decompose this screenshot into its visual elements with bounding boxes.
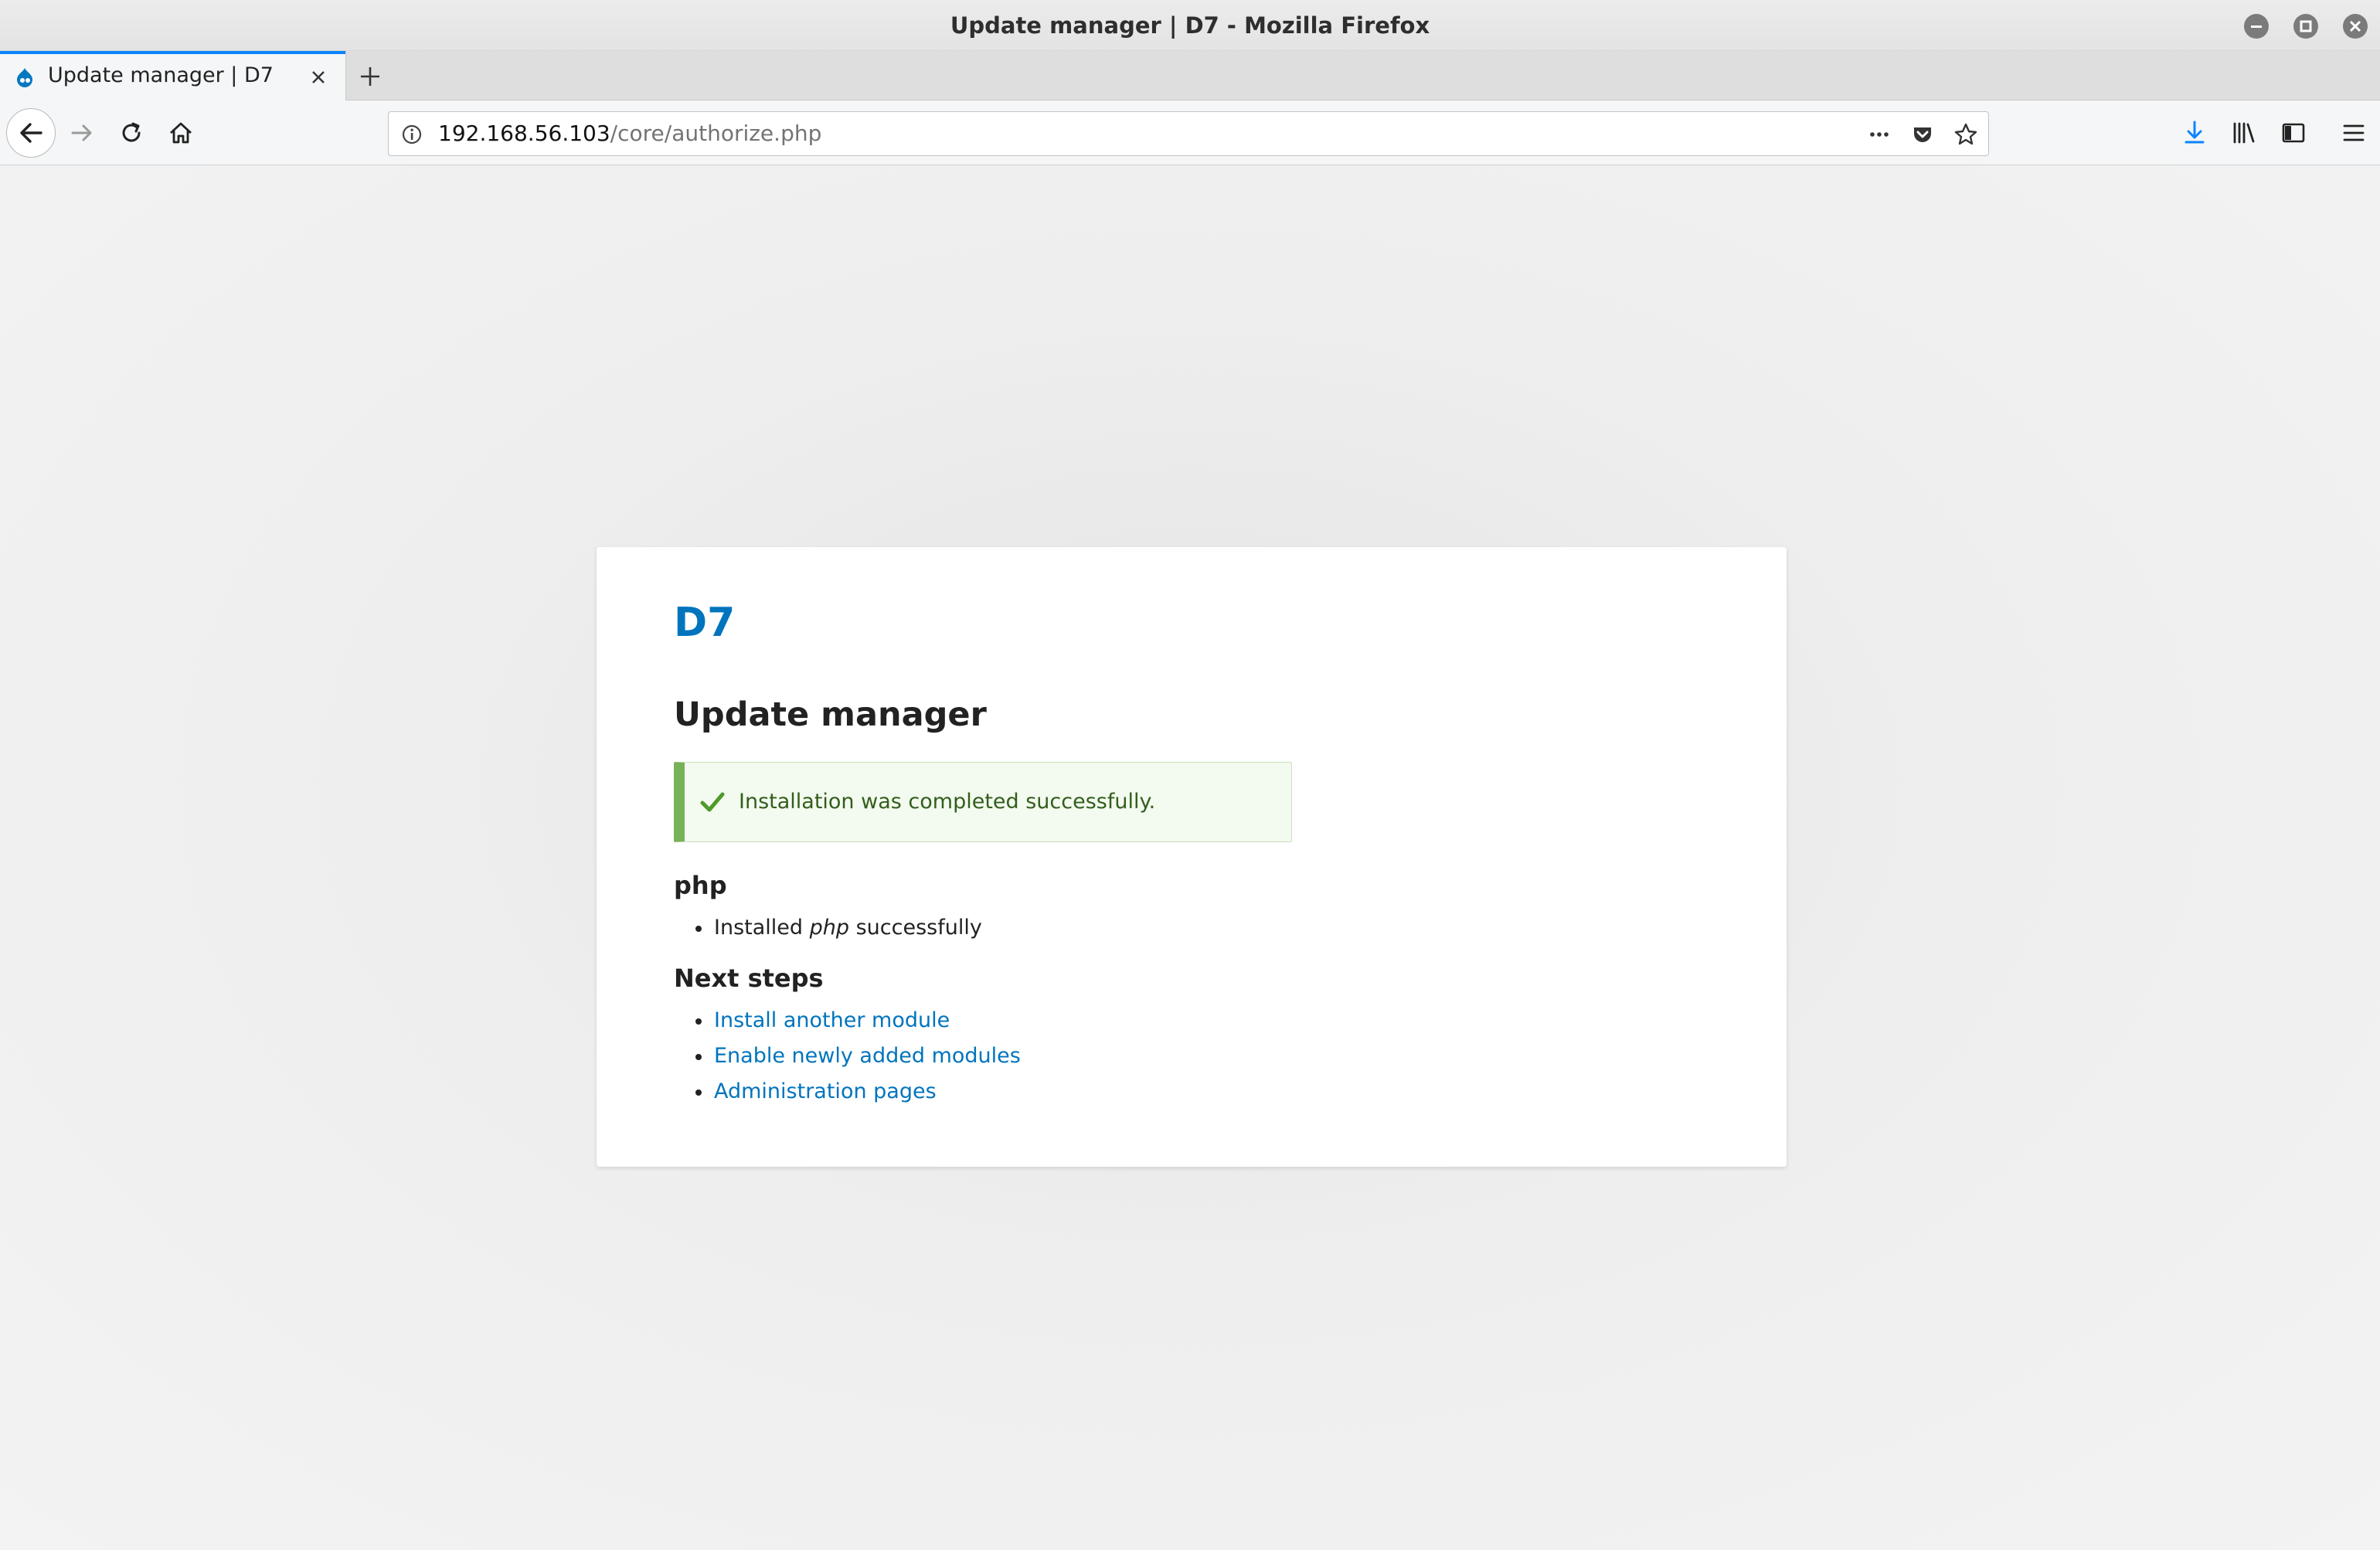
site-name-link[interactable]: D7 <box>674 603 735 643</box>
page-actions-icon[interactable] <box>1866 121 1892 148</box>
bookmark-star-icon[interactable] <box>1953 121 1979 148</box>
new-tab-icon[interactable] <box>357 63 383 90</box>
check-icon <box>700 792 725 812</box>
minimize-icon[interactable] <box>2244 14 2269 39</box>
list-item: Enable newly added modules <box>695 1038 1021 1074</box>
url-bar[interactable]: 192.168.56.103/core/authorize.php <box>388 111 1989 156</box>
install-another-module-link[interactable]: Install another module <box>714 1008 950 1032</box>
forward-arrow-icon[interactable] <box>66 117 97 148</box>
back-button[interactable] <box>6 108 56 158</box>
home-icon[interactable] <box>165 117 196 148</box>
project-heading: php <box>674 871 727 900</box>
list-item: Administration pages <box>695 1074 1021 1110</box>
project-result-list: Installed php successfully <box>695 910 982 946</box>
window-titlebar: Update manager | D7 - Mozilla Firefox <box>0 0 2380 51</box>
status-message: Installation was completed successfully. <box>674 762 1292 842</box>
page-title: Update manager <box>674 695 987 734</box>
hamburger-menu-icon[interactable] <box>2338 117 2369 148</box>
pocket-icon[interactable] <box>1909 121 1936 148</box>
tab-update-manager[interactable]: Update manager | D7 <box>0 51 346 100</box>
tab-strip: Update manager | D7 <box>0 51 2380 100</box>
drupal-icon <box>17 68 32 87</box>
reload-icon[interactable] <box>116 117 147 148</box>
tab-title: Update manager | D7 <box>48 63 274 87</box>
sidebar-icon[interactable] <box>2278 117 2309 148</box>
result-prefix: Installed <box>714 916 810 940</box>
status-message-text: Installation was completed successfully. <box>739 790 1156 814</box>
next-steps-list: Install another module Enable newly adde… <box>695 1003 1021 1110</box>
next-steps-heading: Next steps <box>674 964 824 993</box>
downloads-icon[interactable] <box>2179 117 2210 148</box>
back-arrow-icon <box>20 123 42 143</box>
url-path: /core/authorize.php <box>610 121 822 146</box>
tab-close-icon[interactable] <box>308 66 329 88</box>
library-icon[interactable] <box>2229 117 2259 148</box>
window-title: Update manager | D7 - Mozilla Firefox <box>950 12 1430 39</box>
enable-new-modules-link[interactable]: Enable newly added modules <box>714 1044 1021 1068</box>
list-item: Install another module <box>695 1003 1021 1038</box>
result-suffix: successfully <box>849 916 982 940</box>
close-icon[interactable] <box>2343 14 2368 39</box>
url-text[interactable]: 192.168.56.103/core/authorize.php <box>438 112 821 155</box>
info-icon[interactable] <box>400 122 424 147</box>
result-project-name: php <box>809 916 849 940</box>
administration-pages-link[interactable]: Administration pages <box>714 1079 937 1103</box>
list-item: Installed php successfully <box>695 910 982 946</box>
navigation-toolbar: 192.168.56.103/core/authorize.php <box>0 100 2380 165</box>
page-viewport: D7 Update manager Installation was compl… <box>0 165 2380 1550</box>
url-host: 192.168.56.103 <box>438 121 610 146</box>
maximize-icon[interactable] <box>2293 14 2318 39</box>
content-card: D7 Update manager Installation was compl… <box>597 547 1787 1167</box>
